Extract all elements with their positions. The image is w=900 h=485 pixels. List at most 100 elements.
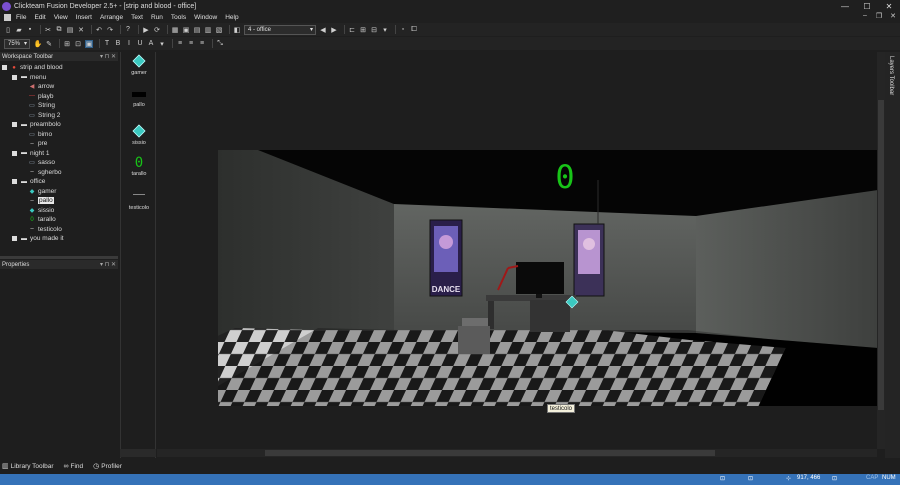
align-icon[interactable]: ⊏ xyxy=(348,26,356,34)
undo-icon[interactable]: ↶ xyxy=(95,26,103,34)
system-menu-icon[interactable] xyxy=(4,14,11,21)
editor-horizontal-scrollbar[interactable] xyxy=(157,449,877,457)
menu-insert[interactable]: Insert xyxy=(76,14,92,21)
menu-arrange[interactable]: Arrange xyxy=(100,14,123,21)
snap-icon[interactable]: ⊡ xyxy=(74,40,82,48)
tree-item-object[interactable]: ▭ String xyxy=(28,101,55,110)
frame-properties-icon[interactable]: ◧ xyxy=(233,26,241,34)
shelf-item-gamer[interactable]: gamer xyxy=(121,54,157,76)
close-button[interactable]: ✕ xyxy=(878,0,900,12)
tree-item-object[interactable]: – testicolo xyxy=(28,225,62,234)
new-file-icon[interactable]: ▯ xyxy=(4,26,12,34)
run-frame-icon[interactable]: ⟳ xyxy=(153,26,161,34)
panel-splitter[interactable] xyxy=(0,256,118,259)
counter-object[interactable]: 0 xyxy=(555,158,574,196)
tree-item-object[interactable]: – pre xyxy=(28,139,47,148)
redo-icon[interactable]: ↷ xyxy=(106,26,114,34)
maximize-button[interactable]: ☐ xyxy=(856,0,878,12)
zoom-selector[interactable]: 75% ▾ xyxy=(4,38,30,49)
grid-icon[interactable]: ⊞ xyxy=(359,26,367,34)
text-color-icon[interactable]: A xyxy=(147,40,155,48)
cut-icon[interactable]: ✂ xyxy=(44,26,52,34)
frame-editor-icon[interactable]: ▣ xyxy=(182,26,190,34)
pencil-icon[interactable]: ✎ xyxy=(45,40,53,48)
grid-toggle-icon[interactable]: ⊞ xyxy=(63,40,71,48)
run-app-icon[interactable]: ▶ xyxy=(142,26,150,34)
save-icon[interactable]: ▪ xyxy=(26,26,34,34)
italic-icon[interactable]: I xyxy=(125,40,133,48)
storyboard-editor-icon[interactable]: ▦ xyxy=(171,26,179,34)
menu-view[interactable]: View xyxy=(54,14,68,21)
frame-selector[interactable]: 4 - office ▾ xyxy=(244,24,316,35)
doc-close-icon[interactable]: ✕ xyxy=(886,12,900,20)
tree-item-object[interactable]: ▭ sasso xyxy=(28,158,55,167)
doc-restore-icon[interactable]: ❐ xyxy=(872,12,886,20)
tree-item-object[interactable]: – pallo xyxy=(28,196,54,205)
data-elements-icon[interactable]: ▧ xyxy=(215,26,223,34)
tree-item-frame[interactable]: ▬ night 1 xyxy=(12,149,50,158)
tree-item-object[interactable]: – sgherbo xyxy=(28,168,61,177)
open-folder-icon[interactable]: ▰ xyxy=(15,26,23,34)
text-tool-icon[interactable]: T xyxy=(103,40,111,48)
shelf-item-pallo[interactable]: pallo xyxy=(121,92,157,108)
properties-panel-controls[interactable]: ▾ ⊓ ✕ xyxy=(100,261,116,268)
frame-scene[interactable]: 0 DANCE xyxy=(218,150,878,406)
menu-run[interactable]: Run xyxy=(151,14,163,21)
tree-item-object[interactable]: ◆ sissio xyxy=(28,206,55,215)
editor-vertical-scrollbar[interactable] xyxy=(877,52,885,449)
tree-item-frame[interactable]: ▬ preambolo xyxy=(12,120,61,129)
tree-item-object[interactable]: ▭ String 2 xyxy=(28,111,60,120)
pan-hand-icon[interactable]: ✋ xyxy=(34,40,43,48)
menu-tools[interactable]: Tools xyxy=(171,14,186,21)
resize-icon[interactable]: ⤡ xyxy=(216,40,224,48)
paste-icon[interactable]: ▤ xyxy=(66,26,74,34)
show-all-icon[interactable]: ▣ xyxy=(85,39,93,48)
frame-size-icon[interactable]: ▫ xyxy=(399,26,407,34)
collapse-toggle-icon[interactable] xyxy=(12,122,17,127)
menu-text[interactable]: Text xyxy=(131,14,143,21)
event-list-icon[interactable]: ▥ xyxy=(204,26,212,34)
workspace-panel-controls[interactable]: ▾ ⊓ ✕ xyxy=(100,53,116,60)
tab-profiler[interactable]: ◷ Profiler xyxy=(93,462,122,471)
menu-file[interactable]: File xyxy=(16,14,26,21)
tree-item-app[interactable]: ● strip and blood xyxy=(2,63,63,72)
collapse-toggle-icon[interactable] xyxy=(12,236,17,241)
tree-item-frame[interactable]: ▬ menu xyxy=(12,73,46,82)
previous-frame-icon[interactable]: ◀ xyxy=(319,26,327,34)
distribute-icon[interactable]: ⊟ xyxy=(370,26,378,34)
chevron-down-icon[interactable]: ▾ xyxy=(158,40,166,48)
shelf-item-testicolo[interactable]: testicolo xyxy=(121,192,157,211)
tree-item-frame[interactable]: ▬ you made it xyxy=(12,234,64,243)
doc-minimize-icon[interactable]: – xyxy=(858,12,872,20)
order-icon[interactable]: ▾ xyxy=(381,26,389,34)
minimize-button[interactable]: — xyxy=(834,0,856,12)
event-editor-icon[interactable]: ▤ xyxy=(193,26,201,34)
tree-item-object[interactable]: 0 tarallo xyxy=(28,215,55,224)
tree-item-object[interactable]: — playb xyxy=(28,92,54,101)
fit-window-icon[interactable]: ⧠ xyxy=(410,26,418,34)
tree-item-object[interactable]: ◆ gamer xyxy=(28,187,57,196)
delete-icon[interactable]: ✕ xyxy=(77,26,85,34)
collapse-toggle-icon[interactable] xyxy=(2,65,7,70)
tree-item-frame[interactable]: ▬ office xyxy=(12,177,45,186)
bold-icon[interactable]: B xyxy=(114,40,122,48)
layers-toolbar-tab[interactable]: Layers Toolbar xyxy=(885,52,900,458)
collapse-toggle-icon[interactable] xyxy=(12,179,17,184)
help-icon[interactable]: ? xyxy=(124,26,132,34)
menu-edit[interactable]: Edit xyxy=(34,14,45,21)
shelf-scrollbar[interactable] xyxy=(120,449,156,457)
tree-item-object[interactable]: ▭ bimo xyxy=(28,130,52,139)
align-center-icon[interactable]: ≡ xyxy=(187,40,195,48)
shelf-item-tarallo[interactable]: 0 tarallo xyxy=(121,156,157,178)
tab-library-toolbar[interactable]: ▥ Library Toolbar xyxy=(2,462,54,471)
underline-icon[interactable]: U xyxy=(136,40,144,48)
scrollbar-thumb[interactable] xyxy=(878,100,884,410)
collapse-toggle-icon[interactable] xyxy=(12,74,17,80)
menu-window[interactable]: Window xyxy=(194,14,217,21)
tree-item-object[interactable]: ◀ arrow xyxy=(28,82,55,91)
next-frame-icon[interactable]: ▶ xyxy=(330,26,338,34)
copy-icon[interactable]: ⧉ xyxy=(55,26,63,34)
tab-find[interactable]: ∞ Find xyxy=(64,463,84,470)
shelf-item-sissio[interactable]: sissio xyxy=(121,124,157,146)
scrollbar-thumb[interactable] xyxy=(265,450,715,456)
